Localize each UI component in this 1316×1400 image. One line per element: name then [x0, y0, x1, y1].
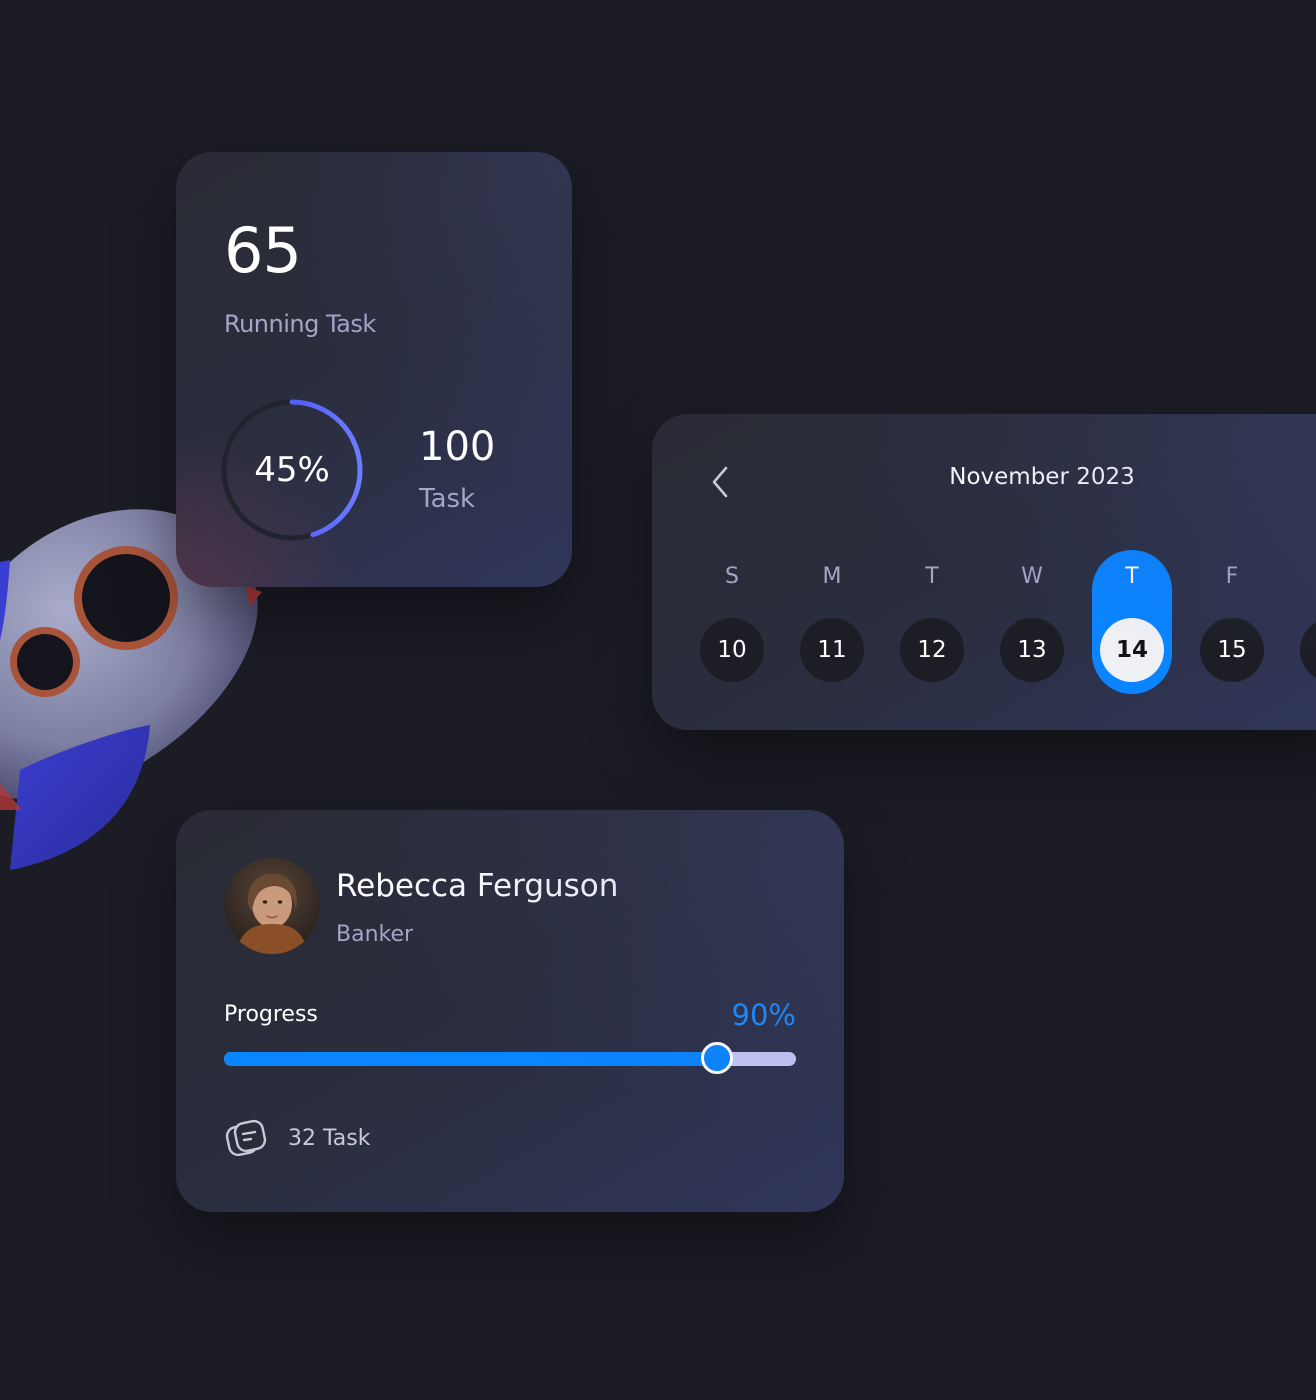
day-number: 13: [1000, 618, 1064, 682]
task-note-icon: [225, 1119, 267, 1157]
weekday-letter: T: [925, 564, 939, 589]
progress-label: Progress: [224, 1002, 318, 1027]
task-count: 32 Task: [288, 1126, 371, 1151]
progress-slider[interactable]: [224, 1042, 796, 1074]
running-task-card: 65 Running Task 45% 100 Task: [176, 152, 572, 587]
profile-card: Rebecca Ferguson Banker Progress 90% 32 …: [176, 810, 844, 1212]
day-number: 12: [900, 618, 964, 682]
calendar-day[interactable]: T 12: [892, 550, 972, 694]
running-task-count: 65: [224, 214, 302, 287]
weekday-letter: F: [1225, 564, 1239, 589]
total-task-count: 100: [419, 424, 496, 470]
total-task-label: Task: [419, 484, 476, 514]
day-number-partial: [1300, 618, 1316, 682]
user-name: Rebecca Ferguson: [336, 868, 619, 904]
progress-slider-handle[interactable]: [700, 1042, 733, 1074]
user-role: Banker: [336, 922, 414, 947]
calendar-prev-button[interactable]: [702, 462, 738, 502]
calendar-card: November 2023 S 10 M 11 T 12 W 13 T 14 F…: [652, 414, 1316, 730]
weekday-letter: T: [1125, 564, 1139, 589]
day-number: 14: [1100, 618, 1164, 682]
running-task-label: Running Task: [224, 310, 376, 338]
calendar-day[interactable]: M 11: [792, 550, 872, 694]
day-number: 11: [800, 618, 864, 682]
chevron-left-icon: [712, 466, 728, 498]
day-number: 10: [700, 618, 764, 682]
calendar-day[interactable]: F 15: [1192, 550, 1272, 694]
calendar-month-title: November 2023: [949, 464, 1135, 490]
progress-ring-percent: 45%: [254, 450, 330, 490]
weekday-letter: S: [725, 564, 739, 589]
calendar-day-selected[interactable]: T 14: [1092, 550, 1172, 694]
weekday-letter: M: [822, 564, 842, 589]
calendar-day-partial[interactable]: [1292, 550, 1316, 694]
avatar: [224, 858, 320, 954]
day-number: 15: [1200, 618, 1264, 682]
avatar-portrait: [236, 873, 308, 954]
weekday-letter: W: [1021, 564, 1043, 589]
progress-value: 90%: [731, 998, 796, 1032]
calendar-day[interactable]: S 10: [692, 550, 772, 694]
progress-fill: [224, 1052, 716, 1066]
calendar-day[interactable]: W 13: [992, 550, 1072, 694]
